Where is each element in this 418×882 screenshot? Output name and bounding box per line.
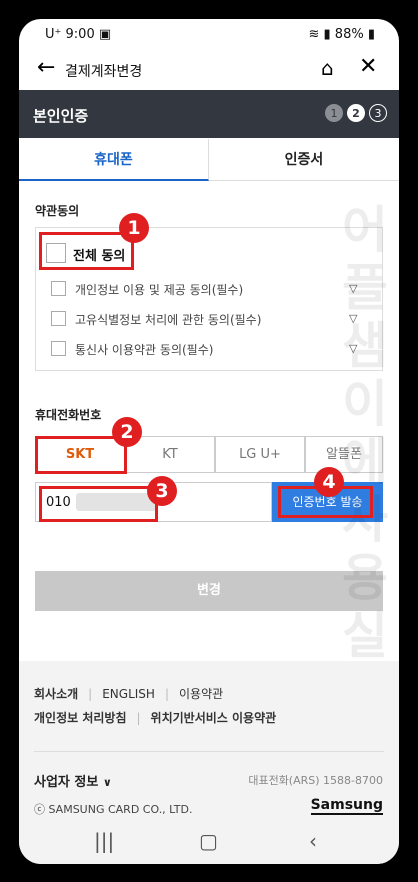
back-arrow-icon[interactable]: ← (37, 55, 55, 80)
change-button[interactable]: 변경 (35, 571, 383, 611)
watermark: 어 플 샘 이 에 사 용 실 (337, 201, 393, 665)
wifi-icon: ≋ (308, 27, 320, 42)
page-title: 결제계좌변경 (65, 64, 143, 80)
app-bar: ← 결제계좌변경 ⌂ ✕ (19, 51, 399, 89)
battery-level: 88% (334, 27, 364, 42)
clock: 9:00 (65, 27, 95, 42)
term-label-1: 개인정보 이용 및 제공 동의(필수) (75, 283, 244, 297)
footer-link-company[interactable]: 회사소개 (34, 687, 78, 701)
samsung-logo: Samsung (310, 797, 383, 815)
annotation-badge-2: 2 (112, 417, 142, 447)
watermark-char: 플 (342, 259, 388, 317)
footer-link-terms[interactable]: 이용약관 (179, 687, 223, 701)
footer-link-english[interactable]: ENGLISH (102, 687, 155, 701)
terms-label: 약관동의 (35, 204, 80, 218)
business-info-label: 사업자 정보 (34, 775, 99, 790)
term-checkbox-2[interactable] (51, 311, 66, 326)
system-nav-bar: ||| ▢ ‹ (19, 821, 399, 864)
footer-divider (34, 751, 384, 752)
tab-phone[interactable]: 휴대폰 (19, 139, 209, 181)
step-1: 1 (325, 104, 343, 122)
back-nav-icon[interactable]: ‹ (309, 829, 317, 853)
signal-icon: ▮ (323, 27, 331, 42)
auth-tabs: 휴대폰 인증서 (19, 139, 399, 183)
chevron-down-icon: ∨ (102, 776, 112, 789)
footer: 회사소개 | ENGLISH | 이용약관 개인정보 처리방침 | 위치기반서비스 이용약관… (19, 661, 399, 821)
step-3: 3 (369, 104, 387, 122)
watermark-char: 실 (342, 607, 388, 665)
footer-links-1: 회사소개 | ENGLISH | 이용약관 (34, 687, 224, 701)
auth-title: 본인인증 (33, 107, 89, 125)
step-2: 2 (347, 104, 365, 122)
step-indicator: 1 2 3 (325, 104, 387, 122)
image-icon: ▣ (98, 27, 112, 42)
home-button-icon[interactable]: ▢ (199, 829, 218, 853)
status-right: ≋ ▮ 88% ▮ (308, 27, 375, 42)
annotation-badge-3: 3 (147, 476, 177, 506)
carrier-label: U⁺ (45, 27, 62, 42)
watermark-char: 어 (342, 201, 388, 259)
status-bar: U⁺ 9:00 ▣ ≋ ▮ 88% ▮ (19, 19, 399, 51)
footer-link-location[interactable]: 위치기반서비스 이용약관 (151, 711, 277, 725)
annotation-badge-1: 1 (119, 213, 149, 243)
footer-links-2: 개인정보 처리방침 | 위치기반서비스 이용약관 (34, 711, 277, 725)
recent-apps-icon[interactable]: ||| (94, 829, 114, 853)
support-phone[interactable]: 대표전화(ARS) 1588-8700 (248, 772, 383, 788)
term-label-3: 통신사 이용약관 동의(필수) (75, 343, 214, 357)
home-icon[interactable]: ⌂ (321, 56, 334, 80)
footer-link-privacy[interactable]: 개인정보 처리방침 (34, 711, 127, 725)
battery-icon: ▮ (367, 27, 375, 42)
tab-certificate[interactable]: 인증서 (209, 139, 399, 181)
watermark-char: 에 (342, 433, 388, 491)
status-left: U⁺ 9:00 ▣ (45, 27, 111, 42)
watermark-char: 샘 (342, 317, 388, 375)
phone-label: 휴대전화번호 (35, 408, 102, 422)
business-info-toggle[interactable]: 사업자 정보 ∨ (34, 771, 112, 790)
phone-screen: U⁺ 9:00 ▣ ≋ ▮ 88% ▮ ← 결제계좌변경 ⌂ ✕ 본인인증 1 … (19, 19, 399, 864)
watermark-char: 이 (342, 375, 388, 433)
annotation-box-1 (39, 232, 134, 270)
watermark-char: 용 (342, 549, 388, 607)
carrier-lgu-button[interactable]: LG U+ (215, 436, 305, 473)
auth-header: 본인인증 1 2 3 (19, 90, 399, 138)
term-checkbox-1[interactable] (51, 281, 66, 296)
close-icon[interactable]: ✕ (359, 54, 377, 79)
term-checkbox-3[interactable] (51, 341, 66, 356)
term-label-2: 고유식별정보 처리에 관한 동의(필수) (75, 313, 262, 327)
annotation-badge-4: 4 (314, 467, 344, 497)
annotation-box-3 (39, 486, 158, 522)
copyright: ⓒ SAMSUNG CARD CO., LTD. (34, 803, 193, 816)
annotation-box-2 (35, 436, 127, 474)
